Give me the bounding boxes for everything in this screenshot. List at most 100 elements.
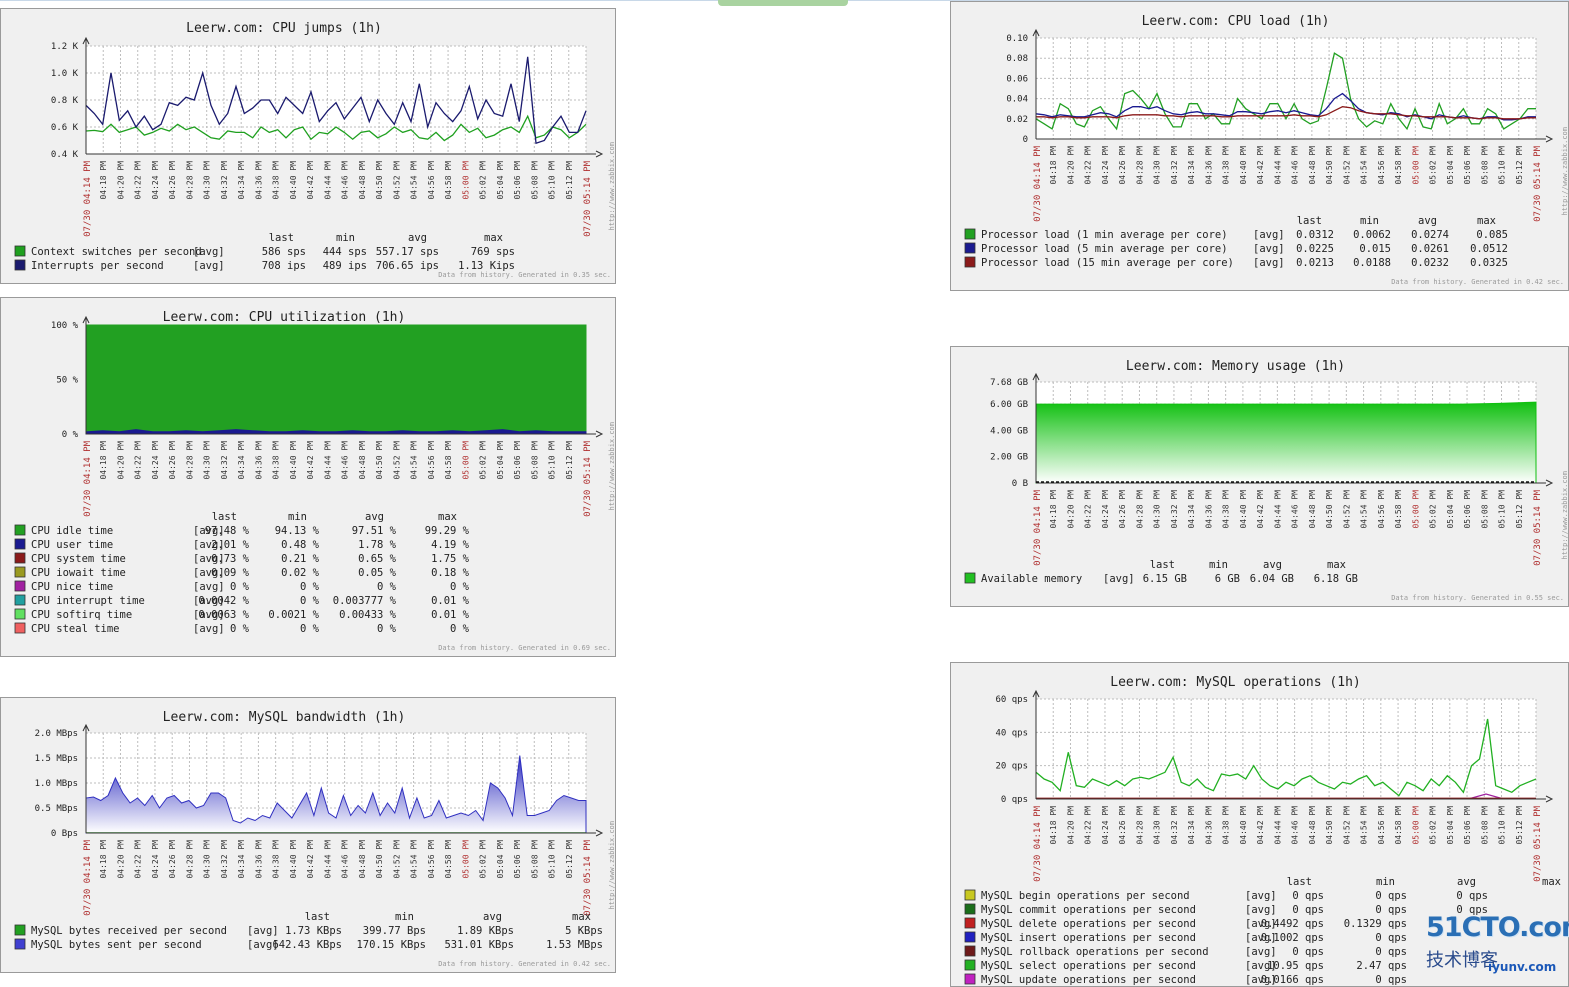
x-tick-label: 04:50 PM [1325, 490, 1334, 529]
x-tick-label: 04:18 PM [99, 840, 108, 879]
x-tick-label: 05:06 PM [513, 161, 522, 200]
y-tick-label: 0.04 [1006, 95, 1028, 105]
x-tick-label: 04:50 PM [1325, 806, 1334, 845]
top-tab-strip[interactable] [718, 0, 848, 6]
legend-value-last: 0.0166 qps [1261, 974, 1324, 986]
legend-func: [avg] [193, 260, 225, 272]
x-tick-label: 04:58 PM [1394, 146, 1403, 185]
legend-value-last: 0.73 % [211, 553, 250, 565]
x-tick-label: 04:22 PM [1084, 806, 1093, 845]
x-tick-label: 05:04 PM [1446, 146, 1455, 185]
x-tick-label: 04:32 PM [1170, 490, 1179, 529]
x-tick-label: 04:52 PM [1342, 490, 1351, 529]
x-tick-label: 04:44 PM [1273, 146, 1282, 185]
x-tick-label: 04:20 PM [1066, 806, 1075, 845]
x-tick-label: 05:00 PM [461, 441, 470, 480]
x-axis-arrow [1545, 135, 1554, 143]
legend-value-min: 0.1329 qps [1344, 918, 1407, 930]
legend-header: last [1287, 876, 1312, 888]
x-tick-label: 04:30 PM [1153, 490, 1162, 529]
legend-value-last: 0.1002 qps [1261, 932, 1324, 944]
legend-header: min [1209, 559, 1228, 571]
legend-value-last: 0 % [230, 623, 250, 635]
legend-name: CPU iowait time [31, 567, 126, 579]
legend-value-avg: 1.78 % [358, 539, 397, 551]
x-axis-arrow [595, 150, 604, 158]
legend-value-avg: 6.04 GB [1250, 573, 1294, 585]
legend-header: avg [1263, 559, 1282, 571]
legend-value-avg: 557.17 sps [376, 246, 439, 258]
legend-value-last: 0 % [230, 581, 250, 593]
chart-cpu-jumps: Leerw.com: CPU jumps (1h) 0.4 K 0.6 K 0.8 K… [0, 8, 616, 284]
x-tick-label: 04:18 PM [99, 161, 108, 200]
legend-value-min: 0.0062 [1353, 229, 1391, 241]
x-tick-label: 05:00 PM [1411, 806, 1420, 845]
x-tick-label: 04:40 PM [1239, 146, 1248, 185]
legend-swatch [14, 594, 26, 606]
legend-func: [avg] [1253, 243, 1285, 255]
legend-swatch [964, 889, 976, 901]
legend-name: MySQL delete operations per second [981, 918, 1196, 930]
legend-value-max: 1.53 MBps [546, 939, 603, 951]
x-tick-label: 04:36 PM [254, 840, 263, 879]
x-tick-label: 05:02 PM [479, 441, 488, 480]
x-tick-label: 04:26 PM [1118, 146, 1127, 185]
legend-swatch [14, 245, 26, 257]
x-tick-label: 04:26 PM [1118, 806, 1127, 845]
x-tick-label: 04:32 PM [220, 441, 229, 480]
side-url-label: http://www.zabbix.com [608, 422, 616, 511]
legend-value-max: 4.19 % [431, 539, 470, 551]
y-tick-label: 1.0 MBps [35, 779, 78, 789]
x-end-date-label: 07/30 05:14 PM [583, 160, 593, 236]
x-tick-label: 05:12 PM [565, 441, 574, 480]
legend-name: MySQL update operations per second [981, 974, 1196, 986]
legend-swatch [14, 938, 26, 950]
legend-func: [avg] [1245, 904, 1277, 916]
legend-value-max: 0.01 % [431, 595, 470, 607]
y-tick-label: 50 % [56, 376, 78, 386]
legend-header: min [395, 911, 414, 923]
chart-title: Leerw.com: Memory usage (1h) [1126, 359, 1345, 374]
y-tick-label: 60 qps [995, 695, 1028, 705]
x-start-date-label: 07/30 04:14 PM [1033, 489, 1043, 565]
x-tick-label: 05:02 PM [1429, 806, 1438, 845]
legend-value-max: 99.29 % [425, 525, 470, 537]
chart-svg: Leerw.com: MySQL bandwidth (1h) 0 Bps 0.5 … [14, 710, 615, 968]
x-tick-label: 04:56 PM [427, 840, 436, 879]
legend-swatch [14, 580, 26, 592]
x-tick-label: 05:12 PM [565, 161, 574, 200]
chart-svg: Leerw.com: CPU jumps (1h) 0.4 K 0.6 K 0.8 K… [14, 21, 615, 279]
x-tick-label: 04:58 PM [444, 161, 453, 200]
legend-swatch [964, 931, 976, 943]
legend-value-max: 0 % [450, 623, 470, 635]
legend-value-last: 0.0225 [1296, 243, 1334, 255]
x-tick-label: 05:04 PM [496, 840, 505, 879]
x-tick-label: 04:40 PM [289, 161, 298, 200]
x-tick-label: 04:36 PM [1204, 146, 1213, 185]
x-tick-label: 05:06 PM [513, 840, 522, 879]
x-tick-label: 04:24 PM [1101, 146, 1110, 185]
x-tick-label: 04:30 PM [1153, 146, 1162, 185]
legend-header: last [1297, 215, 1322, 227]
legend-func: [avg] [1245, 890, 1277, 902]
y-tick-label: 2.0 MBps [35, 729, 78, 739]
y-tick-label: 2.00 GB [990, 453, 1028, 463]
legend-value-avg: 0.00433 % [339, 609, 397, 621]
chart-cpu-load: Leerw.com: CPU load (1h) 0 0.02 0.04 0.06 0.0… [950, 1, 1569, 291]
x-tick-label: 04:18 PM [1049, 490, 1058, 529]
x-tick-label: 04:52 PM [1342, 146, 1351, 185]
legend-swatch [14, 259, 26, 271]
x-tick-label: 05:06 PM [513, 441, 522, 480]
x-tick-label: 04:38 PM [272, 441, 281, 480]
x-start-date-label: 07/30 04:14 PM [83, 160, 93, 236]
x-tick-label: 05:08 PM [1480, 490, 1489, 529]
legend-name: Processor load (5 min average per core) [981, 243, 1228, 255]
x-tick-label: 04:56 PM [1377, 146, 1386, 185]
x-tick-label: 04:48 PM [1308, 806, 1317, 845]
y-tick-label: 0.10 [1006, 34, 1028, 44]
legend-value-last: 0 qps [1292, 890, 1324, 902]
x-tick-label: 05:10 PM [1498, 146, 1507, 185]
legend-header: last [305, 911, 330, 923]
x-tick-label: 04:50 PM [1325, 146, 1334, 185]
x-tick-label: 05:06 PM [1463, 806, 1472, 845]
